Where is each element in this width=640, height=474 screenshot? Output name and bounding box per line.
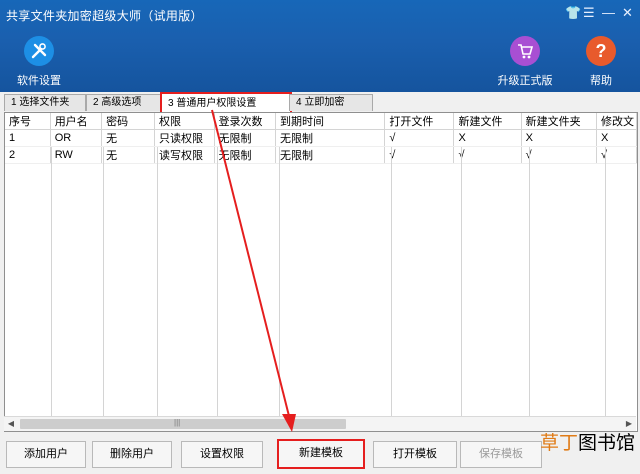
table-cell: √	[453, 146, 522, 164]
scroll-left-icon[interactable]: ◀	[4, 417, 18, 431]
column-header[interactable]: 权限	[154, 113, 215, 130]
add-user-button[interactable]: 添加用户	[6, 441, 86, 468]
tab-strip: 1 选择文件夹 2 高级选项 3 普通用户权限设置 4 立即加密	[4, 92, 640, 115]
window-title: 共享文件夹加密超级大师（试用版）	[6, 9, 203, 23]
upgrade-label: 升级正式版	[497, 75, 553, 87]
help-icon: ?	[586, 36, 616, 66]
tools-icon	[24, 36, 54, 66]
delete-user-button[interactable]: 删除用户	[92, 441, 172, 468]
column-header[interactable]: 序号	[5, 113, 51, 130]
skin-icon[interactable]: 👕	[565, 5, 581, 21]
close-icon[interactable]: ✕	[622, 5, 633, 21]
table-cell: 1	[5, 129, 51, 147]
menu-icon[interactable]: ☰	[583, 5, 595, 21]
table-cell: 无限制	[275, 129, 386, 147]
table-cell: OR	[50, 129, 103, 147]
watermark-part2: 图书馆	[578, 433, 636, 454]
column-header[interactable]: 用户名	[50, 113, 103, 130]
table-cell: 无	[101, 129, 155, 147]
scrollbar-thumb[interactable]: |||	[20, 418, 346, 429]
table-cell: X	[453, 129, 522, 147]
grid-lines	[5, 147, 637, 417]
table-cell: X	[596, 129, 637, 147]
table-row[interactable]: 2 RW 无 读写权限 无限制 无限制 √ √ √ √	[5, 146, 637, 164]
tab-advanced-options[interactable]: 2 高级选项	[86, 94, 162, 111]
table-cell: √	[384, 129, 455, 147]
column-header[interactable]: 打开文件	[384, 113, 455, 130]
column-header[interactable]: 新建文件	[453, 113, 522, 130]
watermark-part1: 草丁	[540, 433, 579, 454]
table-cell: 无	[101, 146, 155, 164]
table-cell: X	[521, 129, 598, 147]
cart-icon	[510, 36, 540, 66]
upgrade-button[interactable]: 升级正式版	[495, 36, 555, 88]
table-cell: RW	[50, 146, 103, 164]
table-row[interactable]: 1 OR 无 只读权限 无限制 无限制 √ X X X	[5, 129, 637, 147]
column-header[interactable]: 修改文	[596, 113, 637, 130]
tab-encrypt-now[interactable]: 4 立即加密	[289, 94, 373, 111]
help-button[interactable]: ? 帮助	[583, 36, 619, 88]
table-cell: 2	[5, 146, 51, 164]
column-header[interactable]: 新建文件夹	[521, 113, 598, 130]
table-cell: 只读权限	[154, 129, 215, 147]
column-header[interactable]: 到期时间	[275, 113, 386, 130]
minimize-icon[interactable]: —	[602, 5, 615, 20]
table-cell: 无限制	[275, 146, 386, 164]
tab-select-folder[interactable]: 1 选择文件夹	[4, 94, 86, 111]
set-permission-button[interactable]: 设置权限	[181, 441, 263, 468]
watermark-logo: 草丁图书馆	[540, 428, 635, 455]
table-header-row: 序号 用户名 密码 权限 登录次数 到期时间 打开文件 新建文件 新建文件夹 修…	[5, 113, 637, 130]
table-cell: √	[596, 146, 637, 164]
table-cell: √	[521, 146, 598, 164]
software-settings-label: 软件设置	[17, 75, 61, 87]
column-header[interactable]: 密码	[101, 113, 155, 130]
user-table-panel: 序号 用户名 密码 权限 登录次数 到期时间 打开文件 新建文件 新建文件夹 修…	[4, 112, 638, 432]
software-settings-button[interactable]: 软件设置	[14, 36, 64, 88]
column-header[interactable]: 登录次数	[214, 113, 276, 130]
table-cell: √	[384, 146, 455, 164]
new-template-button[interactable]: 新建模板	[277, 439, 365, 469]
help-label: 帮助	[590, 75, 612, 87]
user-table: 序号 用户名 密码 权限 登录次数 到期时间 打开文件 新建文件 新建文件夹 修…	[5, 113, 637, 164]
grip-icon: |||	[174, 418, 181, 427]
table-cell: 无限制	[214, 146, 276, 164]
table-cell: 无限制	[214, 129, 276, 147]
save-template-button[interactable]: 保存模板	[460, 441, 542, 468]
open-template-button[interactable]: 打开模板	[373, 441, 457, 468]
table-cell: 读写权限	[154, 146, 215, 164]
title-bar: 共享文件夹加密超级大师（试用版） 👕 ☰ — ✕ 软件设置 升级正式版 ? 帮助	[0, 0, 640, 92]
